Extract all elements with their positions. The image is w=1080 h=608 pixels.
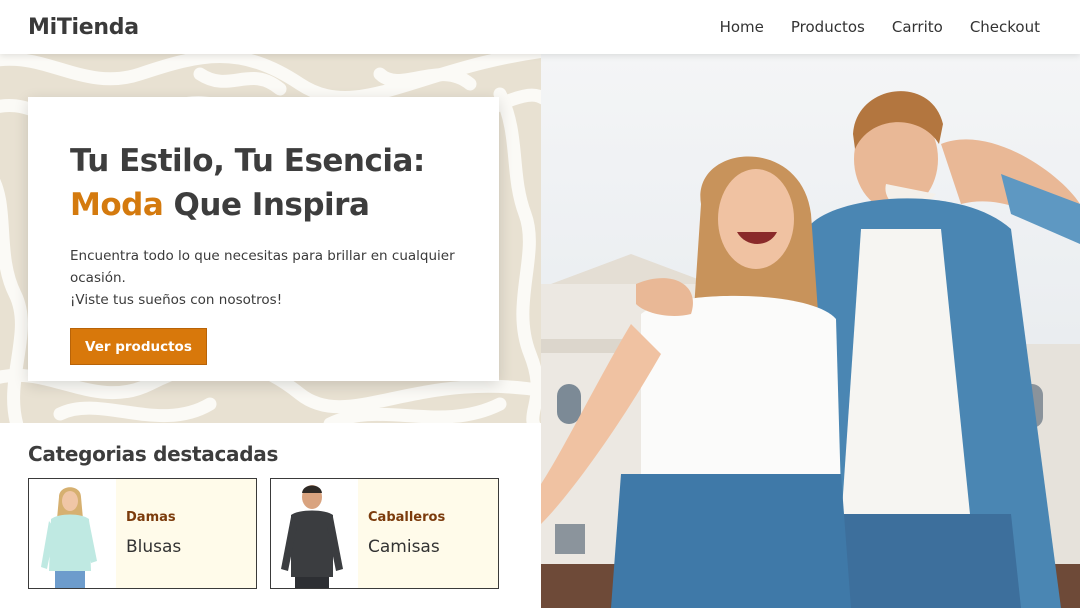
nav-home-link[interactable]: Home (720, 18, 764, 36)
site-logo[interactable]: MiTienda (28, 15, 139, 40)
hero-description-line2: ¡Viste tus sueños con nosotros! (70, 292, 283, 308)
nav-checkout-link[interactable]: Checkout (970, 18, 1040, 36)
category-caballeros-info: Caballeros Camisas (358, 479, 445, 588)
couple-illustration (541, 91, 1080, 608)
nav-productos-link[interactable]: Productos (791, 18, 865, 36)
hero-title-line2: Moda Que Inspira (70, 183, 499, 227)
category-name: Camisas (368, 537, 440, 557)
hero-title-line1: Tu Estilo, Tu Esencia: (70, 143, 425, 179)
category-kicker: Damas (126, 510, 176, 525)
site-header: MiTienda Home Productos Carrito Checkout (0, 0, 1080, 54)
main-nav: Home Productos Carrito Checkout (720, 18, 1040, 36)
ver-productos-button[interactable]: Ver productos (70, 328, 207, 365)
hero-description: Encuentra todo lo que necesitas para bri… (70, 245, 465, 311)
category-damas-image (29, 479, 116, 588)
hero-couple-photo (541, 54, 1080, 608)
hero-title: Tu Estilo, Tu Esencia: Moda Que Inspira (70, 139, 499, 227)
nav-carrito-link[interactable]: Carrito (892, 18, 943, 36)
woman-model-icon (41, 487, 97, 588)
category-card-damas[interactable]: Damas Blusas (28, 478, 257, 589)
categories-heading: Categorias destacadas (28, 442, 279, 466)
hero-card: Tu Estilo, Tu Esencia: Moda Que Inspira … (28, 97, 499, 381)
category-caballeros-image (271, 479, 358, 588)
category-name: Blusas (126, 537, 182, 557)
hero-title-rest: Que Inspira (163, 187, 370, 223)
category-card-caballeros[interactable]: Caballeros Camisas (270, 478, 499, 589)
category-damas-info: Damas Blusas (116, 479, 181, 588)
hero-title-accent: Moda (70, 187, 164, 223)
category-kicker: Caballeros (368, 510, 446, 525)
hero-description-line1: Encuentra todo lo que necesitas para bri… (70, 248, 455, 286)
man-model-icon (281, 485, 343, 588)
